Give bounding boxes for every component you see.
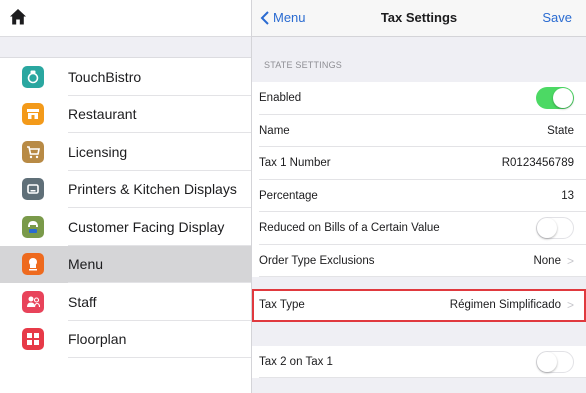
sidebar-item-label: Restaurant: [68, 106, 137, 123]
toggle-knob: [553, 88, 573, 109]
chevron-right-icon: >: [566, 253, 574, 268]
tax1-number-row[interactable]: Tax 1 Number R0123456789: [252, 147, 586, 180]
tax-type-value: Régimen Simplificado >: [450, 298, 574, 312]
cfd-icon: [22, 215, 44, 238]
reduced-row: Reduced on Bills of a Certain Value: [252, 212, 586, 245]
home-icon[interactable]: [9, 8, 27, 26]
sidebar-item-label: Customer Facing Display: [68, 218, 225, 235]
chevron-right-icon: >: [566, 298, 574, 313]
sidebar-item-restaurant[interactable]: Restaurant: [0, 96, 251, 134]
tax-type-row[interactable]: Tax Type Régimen Simplificado >: [252, 289, 586, 322]
row-label: Tax 2 on Tax 1: [259, 355, 333, 368]
staff-icon: [22, 290, 44, 313]
toggle-knob: [537, 351, 557, 372]
name-value: State: [547, 124, 574, 137]
sidebar-item-label: TouchBistro: [68, 68, 142, 85]
toggle-knob: [537, 218, 557, 239]
tax-settings-panel: Menu Tax Settings Save STATE SETTINGS En…: [252, 0, 586, 393]
enabled-row: Enabled: [252, 82, 586, 115]
storefront-icon: [22, 103, 44, 126]
row-label: Order Type Exclusions: [259, 254, 375, 267]
order-type-exclusions-row[interactable]: Order Type Exclusions None >: [252, 244, 586, 277]
sidebar-spacer: [0, 37, 251, 58]
sidebar-item-label: Staff: [68, 293, 97, 310]
chef-icon: [22, 253, 44, 276]
order-type-value: None >: [533, 254, 574, 268]
settings-sidebar: TouchBistro Restaurant Licensing Printer…: [0, 0, 252, 393]
sidebar-item-printers[interactable]: Printers & Kitchen Displays: [0, 171, 251, 209]
floorplan-icon: [22, 328, 44, 351]
value-text: Régimen Simplificado: [449, 299, 561, 312]
sidebar-item-customer-facing-display[interactable]: Customer Facing Display: [0, 208, 251, 246]
sidebar-item-label: Menu: [68, 256, 104, 273]
sidebar-item-menu[interactable]: Menu: [0, 245, 251, 283]
row-label: Tax Type: [259, 299, 305, 312]
page-title: Tax Settings: [380, 10, 458, 25]
sidebar-item-label: Floorplan: [68, 331, 127, 348]
tax2-on-tax1-toggle[interactable]: [536, 350, 574, 373]
nav-bar: Menu Tax Settings Save: [252, 0, 586, 37]
sidebar-item-label: Licensing: [68, 143, 128, 160]
reduced-toggle[interactable]: [536, 217, 574, 240]
sidebar-item-staff[interactable]: Staff: [0, 283, 251, 321]
row-label: Reduced on Bills of a Certain Value: [259, 222, 440, 235]
sidebar-item-floorplan[interactable]: Floorplan: [0, 321, 251, 359]
sidebar-item-touchbistro[interactable]: TouchBistro: [0, 58, 251, 96]
row-label: Tax 1 Number: [259, 157, 331, 170]
percentage-row[interactable]: Percentage 13: [252, 179, 586, 212]
row-label: Enabled: [259, 92, 302, 105]
value-text: None: [533, 254, 561, 267]
section-header: STATE SETTINGS: [264, 60, 342, 70]
tax1-number-value: R0123456789: [501, 157, 574, 170]
name-row[interactable]: Name State: [252, 114, 586, 147]
tax2-on-tax1-row: Tax 2 on Tax 1: [252, 345, 586, 378]
row-label: Percentage: [259, 189, 318, 202]
sidebar-header: [0, 0, 251, 37]
sidebar-item-licensing[interactable]: Licensing: [0, 133, 251, 171]
percentage-value: 13: [561, 189, 574, 202]
enabled-toggle[interactable]: [536, 87, 574, 110]
sidebar-item-label: Printers & Kitchen Displays: [68, 181, 237, 198]
printer-icon: [22, 178, 44, 201]
cart-icon: [22, 140, 44, 163]
row-label: Name: [259, 124, 290, 137]
touchbistro-icon: [22, 65, 44, 88]
save-button[interactable]: Save: [542, 10, 572, 25]
